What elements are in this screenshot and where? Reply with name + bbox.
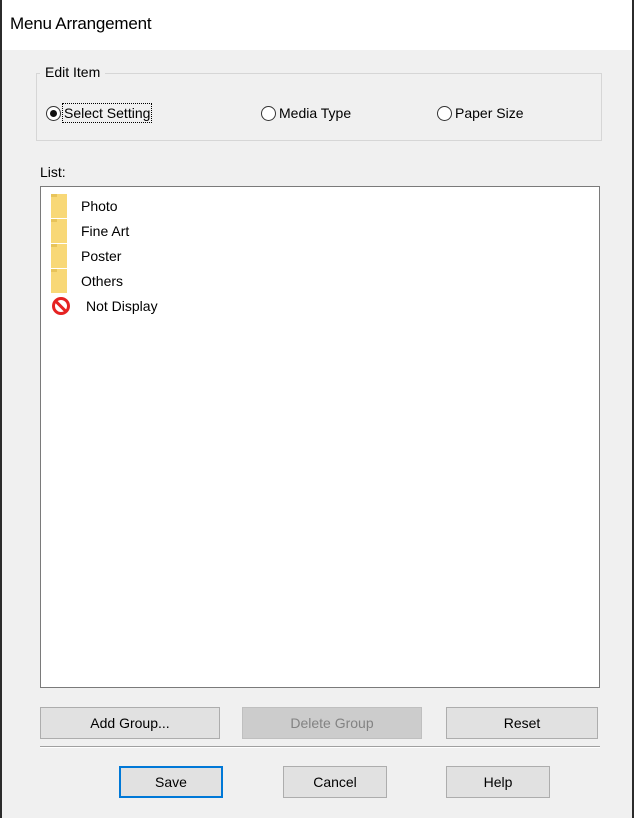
- menu-arrangement-dialog: Menu Arrangement Edit Item Select Settin…: [0, 0, 634, 818]
- folder-icon: [51, 218, 67, 243]
- list-item-label: Fine Art: [81, 222, 130, 239]
- separator: [40, 746, 600, 748]
- radio-select-setting-label: Select Setting: [61, 103, 153, 123]
- title-bar: Menu Arrangement: [2, 0, 632, 50]
- radio-select-setting[interactable]: Select Setting: [46, 101, 153, 125]
- delete-group-button[interactable]: Delete Group: [242, 707, 422, 739]
- radio-paper-size-label: Paper Size: [455, 105, 524, 121]
- list-item-label: Not Display: [86, 297, 158, 314]
- folder-icon: [51, 268, 67, 293]
- no-entry-icon: [52, 296, 70, 315]
- radio-media-type[interactable]: Media Type: [261, 101, 351, 125]
- window-title: Menu Arrangement: [10, 14, 152, 33]
- list-item-label: Poster: [81, 247, 122, 264]
- reset-button[interactable]: Reset: [446, 707, 598, 739]
- folder-icon: [51, 193, 67, 218]
- radio-unchecked-icon: [437, 105, 452, 121]
- list-item-label: Others: [81, 272, 124, 289]
- help-button[interactable]: Help: [446, 766, 550, 798]
- list-item-fine-art[interactable]: Fine Art: [51, 218, 129, 243]
- add-group-button[interactable]: Add Group...: [40, 707, 220, 739]
- radio-checked-icon: [46, 105, 61, 121]
- list-item-not-display[interactable]: Not Display: [51, 293, 158, 318]
- cancel-button[interactable]: Cancel: [283, 766, 387, 798]
- list-item-others[interactable]: Others: [51, 268, 123, 293]
- save-button[interactable]: Save: [119, 766, 223, 798]
- edit-item-legend: Edit Item: [40, 64, 106, 80]
- list-item-label: Photo: [81, 197, 118, 214]
- list-item-photo[interactable]: Photo: [51, 193, 118, 218]
- radio-media-type-label: Media Type: [279, 105, 352, 121]
- radio-unchecked-icon: [261, 105, 276, 121]
- list-item-poster[interactable]: Poster: [51, 243, 121, 268]
- radio-paper-size[interactable]: Paper Size: [437, 101, 523, 125]
- folder-icon: [51, 243, 67, 268]
- list-label: List:: [40, 164, 66, 180]
- menu-list[interactable]: Photo Fine Art Poster Others Not Display: [40, 186, 600, 688]
